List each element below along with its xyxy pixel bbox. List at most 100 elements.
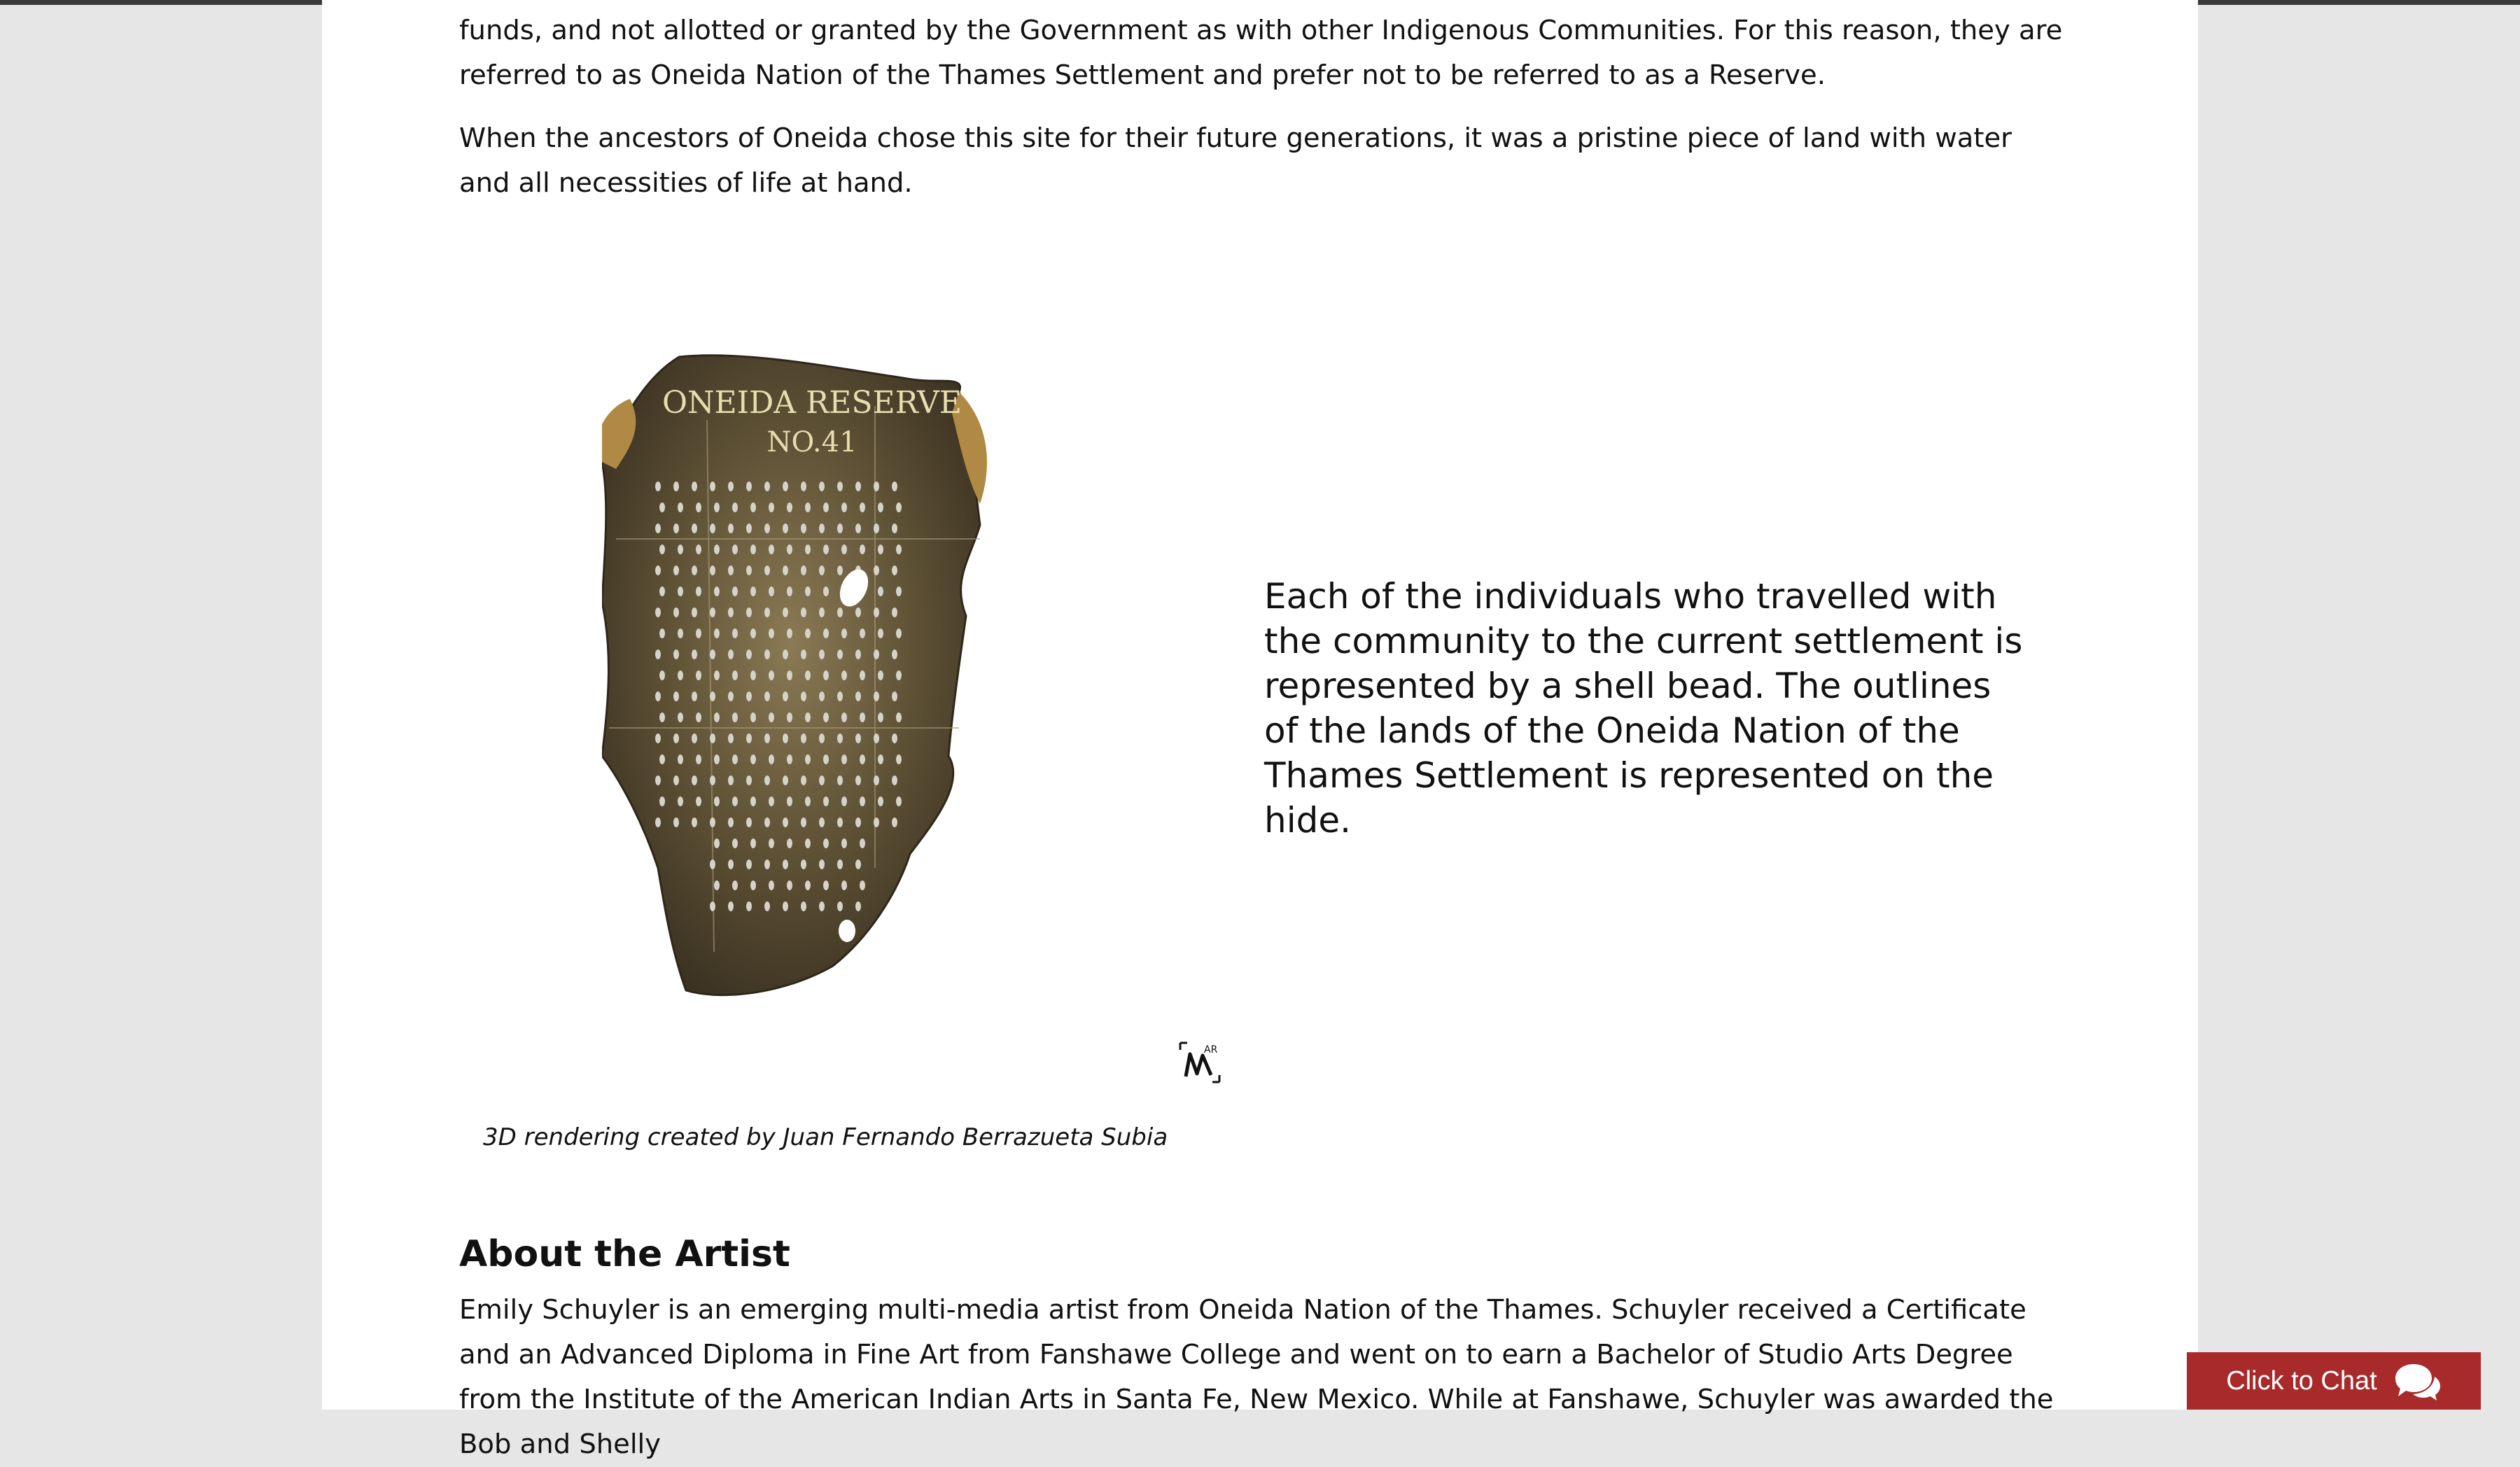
shell-bead: [692, 734, 697, 743]
shell-bead: [659, 587, 665, 596]
hide-title-line2: NO.41: [766, 426, 857, 458]
shell-bead: [896, 754, 902, 764]
shell-bead: [746, 608, 752, 617]
shell-bead: [783, 775, 788, 785]
shell-bead: [878, 587, 883, 596]
shell-bead: [783, 566, 788, 575]
shell-bead: [837, 524, 843, 533]
shell-bead: [678, 629, 683, 638]
image-caption: 3D rendering created by Juan Fernando Be…: [483, 1123, 1168, 1151]
shell-bead: [819, 775, 825, 785]
shell-bead: [655, 608, 661, 617]
ar-view-button[interactable]: AR: [1177, 1040, 1222, 1085]
shell-bead: [769, 503, 774, 512]
shell-bead: [819, 566, 825, 575]
shell-bead: [787, 587, 792, 596]
shell-bead: [692, 817, 697, 827]
hide-3d-model[interactable]: ONEIDA RESERVE NO.41: [597, 336, 1162, 1008]
shell-bead: [728, 566, 734, 575]
shell-bead: [655, 775, 661, 785]
shell-bead: [841, 671, 847, 680]
paragraph-settlement: funds, and not allotted or granted by th…: [459, 15, 2063, 91]
shell-bead: [696, 503, 701, 512]
shell-bead: [819, 901, 825, 911]
shell-bead: [837, 692, 843, 701]
shell-bead: [837, 859, 843, 869]
shell-bead: [823, 713, 829, 722]
shell-bead: [746, 566, 752, 575]
hide-image: ONEIDA RESERVE NO.41: [597, 354, 987, 997]
shell-bead: [678, 754, 683, 764]
shell-bead: [801, 734, 806, 743]
shell-bead: [696, 545, 701, 554]
shell-bead: [805, 587, 811, 596]
shell-bead: [746, 859, 752, 869]
shell-bead: [892, 608, 897, 617]
shell-bead: [855, 650, 861, 659]
shell-bead: [801, 650, 806, 659]
shell-bead: [855, 524, 861, 533]
shell-bead: [678, 503, 683, 512]
shell-bead: [805, 796, 811, 806]
shell-bead: [692, 524, 697, 533]
shell-bead: [728, 901, 734, 911]
shell-bead: [860, 713, 865, 722]
shell-bead: [732, 587, 738, 596]
shell-bead: [874, 650, 879, 659]
shell-bead: [819, 859, 825, 869]
shell-bead: [892, 524, 897, 533]
shell-bead: [801, 692, 806, 701]
shell-bead: [801, 566, 806, 575]
shell-bead: [896, 587, 902, 596]
shell-bead: [878, 713, 883, 722]
shell-bead: [801, 524, 806, 533]
shell-bead: [728, 524, 734, 533]
shell-bead: [659, 503, 665, 512]
shell-bead: [896, 713, 902, 722]
shell-bead: [678, 713, 683, 722]
shell-bead: [892, 650, 897, 659]
shell-bead: [714, 545, 720, 554]
about-artist-heading: About the Artist: [459, 1233, 790, 1275]
shell-bead: [659, 545, 665, 554]
shell-bead: [819, 608, 825, 617]
shell-bead: [655, 524, 661, 533]
shell-bead: [896, 503, 902, 512]
shell-bead: [692, 692, 697, 701]
click-to-chat-button[interactable]: Click to Chat: [2187, 1352, 2481, 1410]
shell-bead: [783, 650, 788, 659]
shell-bead: [764, 692, 770, 701]
shell-bead: [678, 796, 683, 806]
shell-bead: [823, 545, 829, 554]
shell-bead: [874, 524, 879, 533]
shell-bead: [678, 671, 683, 680]
shell-bead: [855, 859, 861, 869]
shell-bead: [710, 901, 715, 911]
shell-bead: [764, 901, 770, 911]
shell-bead: [746, 775, 752, 785]
shell-bead: [805, 629, 811, 638]
shell-bead: [728, 734, 734, 743]
shell-bead: [860, 754, 865, 764]
shell-bead: [819, 650, 825, 659]
shell-bead: [801, 775, 806, 785]
shell-bead: [673, 734, 679, 743]
shell-bead: [874, 482, 879, 491]
shell-bead: [655, 817, 661, 827]
shell-bead: [692, 482, 697, 491]
shell-bead: [764, 608, 770, 617]
shell-bead: [673, 482, 679, 491]
shell-bead: [860, 796, 865, 806]
shell-bead: [783, 482, 788, 491]
shell-bead: [896, 671, 902, 680]
shell-bead: [837, 901, 843, 911]
shell-bead: [750, 629, 756, 638]
shell-bead: [710, 566, 715, 575]
shell-bead: [728, 859, 734, 869]
shell-bead: [855, 901, 861, 911]
shell-bead: [692, 775, 697, 785]
article-page: funds, and not allotted or granted by th…: [322, 0, 2198, 1460]
shell-bead: [819, 524, 825, 533]
shell-bead: [714, 587, 720, 596]
shell-bead: [678, 545, 683, 554]
